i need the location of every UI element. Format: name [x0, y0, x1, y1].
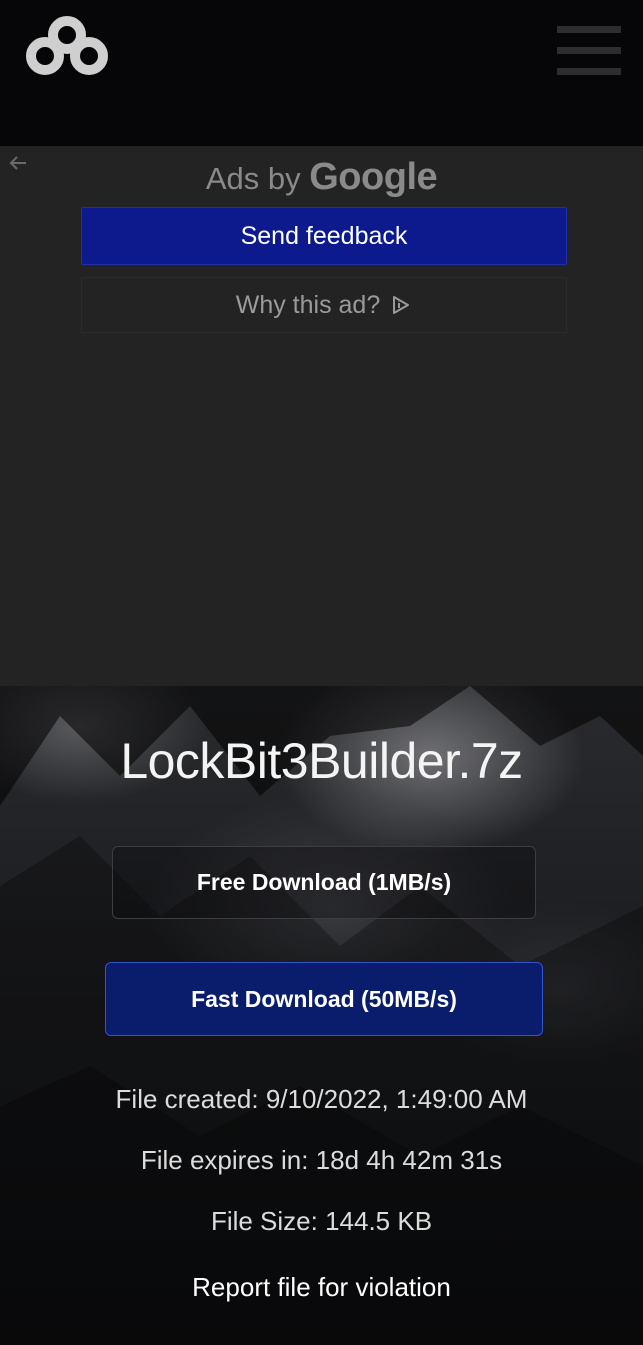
site-header — [0, 0, 643, 146]
ad-panel: Ads by Google Send feedback Why this ad? — [0, 146, 643, 686]
fast-download-button[interactable]: Fast Download (50MB/s) — [105, 962, 543, 1036]
file-created-text: File created: 9/10/2022, 1:49:00 AM — [115, 1084, 528, 1114]
ads-by-text: Ads by — [205, 161, 301, 196]
ads-by-google-label: Ads by Google — [0, 156, 643, 199]
free-download-button[interactable]: Free Download (1MB/s) — [112, 846, 536, 919]
file-size-text: File Size: 144.5 KB — [210, 1206, 433, 1236]
why-this-ad-button[interactable]: Why this ad? — [81, 277, 567, 333]
hamburger-menu-icon[interactable] — [557, 26, 621, 76]
send-feedback-button[interactable]: Send feedback — [81, 207, 567, 265]
logo-icon[interactable] — [25, 16, 109, 78]
google-wordmark: Google — [309, 156, 438, 198]
file-expires-text: File expires in: 18d 4h 42m 31s — [140, 1145, 503, 1175]
download-panel: LockBit3Builder.7z Free Download (1MB/s)… — [0, 686, 643, 1345]
adchoices-icon — [393, 296, 410, 314]
why-this-ad-label: Why this ad? — [235, 290, 381, 319]
report-file-link[interactable]: Report file for violation — [0, 1272, 643, 1303]
file-name: LockBit3Builder.7z — [120, 733, 523, 789]
